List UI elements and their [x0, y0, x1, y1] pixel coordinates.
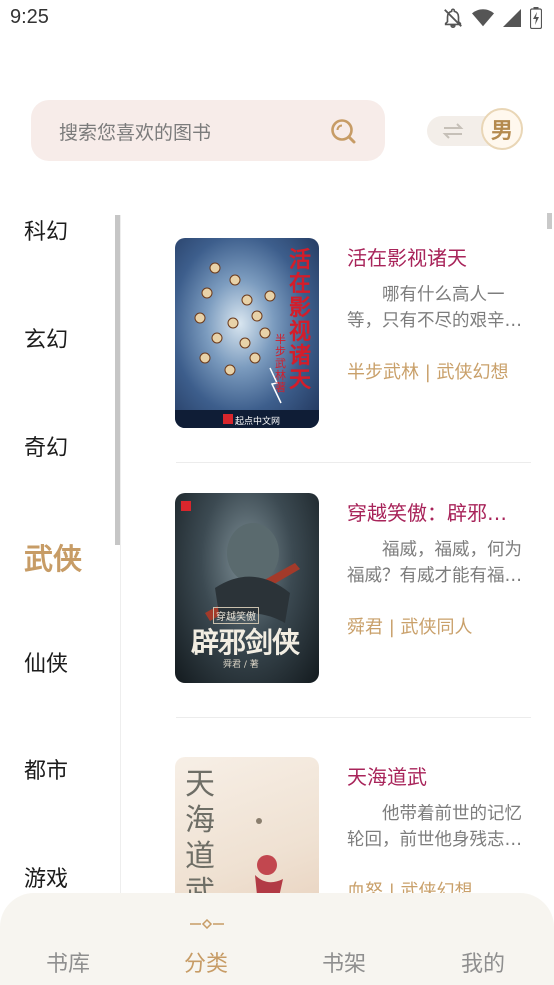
- category-item-kehuan[interactable]: 科幻: [24, 214, 68, 246]
- category-item-dushi[interactable]: 都市: [24, 753, 68, 785]
- cover-title-text: 活在影视诸天: [289, 247, 312, 393]
- cover-title-text: 辟邪剑侠: [191, 626, 300, 659]
- category-item-xianxia[interactable]: 仙侠: [24, 646, 68, 678]
- search-input[interactable]: 搜索您喜欢的图书: [59, 118, 211, 145]
- book-meta: 半步武林 | 武侠幻想: [347, 362, 509, 383]
- cover-author-text: 舜君 / 著: [223, 660, 259, 670]
- gender-badge[interactable]: 男: [481, 108, 523, 150]
- cover-author-text: 半步武林 著: [275, 333, 286, 394]
- status-icons: [442, 7, 542, 29]
- category-item-qihuan[interactable]: 奇幻: [24, 430, 68, 462]
- card-divider: [176, 717, 531, 718]
- nav-tab-category[interactable]: 分类: [184, 946, 228, 978]
- bottom-nav: 书库 分类 书架 我的: [0, 893, 554, 985]
- book-description: 哪有什么高人一等，只有不尽的艰辛…: [347, 285, 522, 331]
- notifications-off-icon: [444, 8, 462, 28]
- category-item-wuxia[interactable]: 武侠: [24, 536, 82, 578]
- book-title[interactable]: 天海道武: [347, 761, 527, 790]
- book-title[interactable]: 活在影视诸天: [347, 242, 527, 271]
- swap-icon: [442, 123, 464, 139]
- category-item-xuanhuan[interactable]: 玄幻: [24, 322, 68, 354]
- book-title[interactable]: 穿越笑傲：辟邪…: [347, 497, 527, 526]
- book-meta: 舜君 | 武侠同人: [347, 617, 473, 638]
- status-bar: 9:25: [0, 0, 554, 38]
- book-description: 他带着前世的记忆轮回，前世他身残志…: [347, 804, 522, 850]
- battery-icon: [530, 7, 542, 29]
- book-description: 福威，福威，何为福威？有威才能有福…: [347, 540, 522, 586]
- wifi-icon: [472, 9, 494, 27]
- search-icon[interactable]: [329, 117, 357, 145]
- card-divider: [176, 462, 531, 463]
- nav-tab-me[interactable]: 我的: [461, 946, 505, 978]
- cover-title-text: 天海道武: [185, 767, 215, 910]
- signal-icon: [503, 9, 521, 27]
- book-card[interactable]: 活在影视诸天 半步武林 著 起点中文网 活在影视诸天 哪有什么高人一等，只有不尽…: [175, 238, 535, 430]
- category-list: 科幻 玄幻 奇幻 武侠 仙侠 都市 游戏: [0, 210, 120, 900]
- search-box[interactable]: 搜索您喜欢的图书: [31, 100, 385, 161]
- status-time: 9:25: [10, 6, 49, 28]
- nav-tab-library[interactable]: 书库: [46, 946, 90, 978]
- book-card[interactable]: 穿越笑傲 辟邪剑侠 舜君 / 著 穿越笑傲：辟邪… 福威，福威，何为福威？有威才…: [175, 493, 535, 685]
- book-cover[interactable]: 活在影视诸天 半步武林 著 起点中文网: [175, 238, 319, 428]
- category-item-youxi[interactable]: 游戏: [24, 861, 68, 893]
- book-cover[interactable]: 穿越笑傲 辟邪剑侠 舜君 / 著: [175, 493, 319, 683]
- nav-tab-bookshelf[interactable]: 书架: [322, 946, 366, 978]
- active-tab-indicator-icon: [190, 919, 224, 929]
- category-divider: [120, 215, 121, 905]
- cover-brand-text: 起点中文网: [235, 417, 281, 427]
- book-list-scrollbar[interactable]: [547, 213, 552, 229]
